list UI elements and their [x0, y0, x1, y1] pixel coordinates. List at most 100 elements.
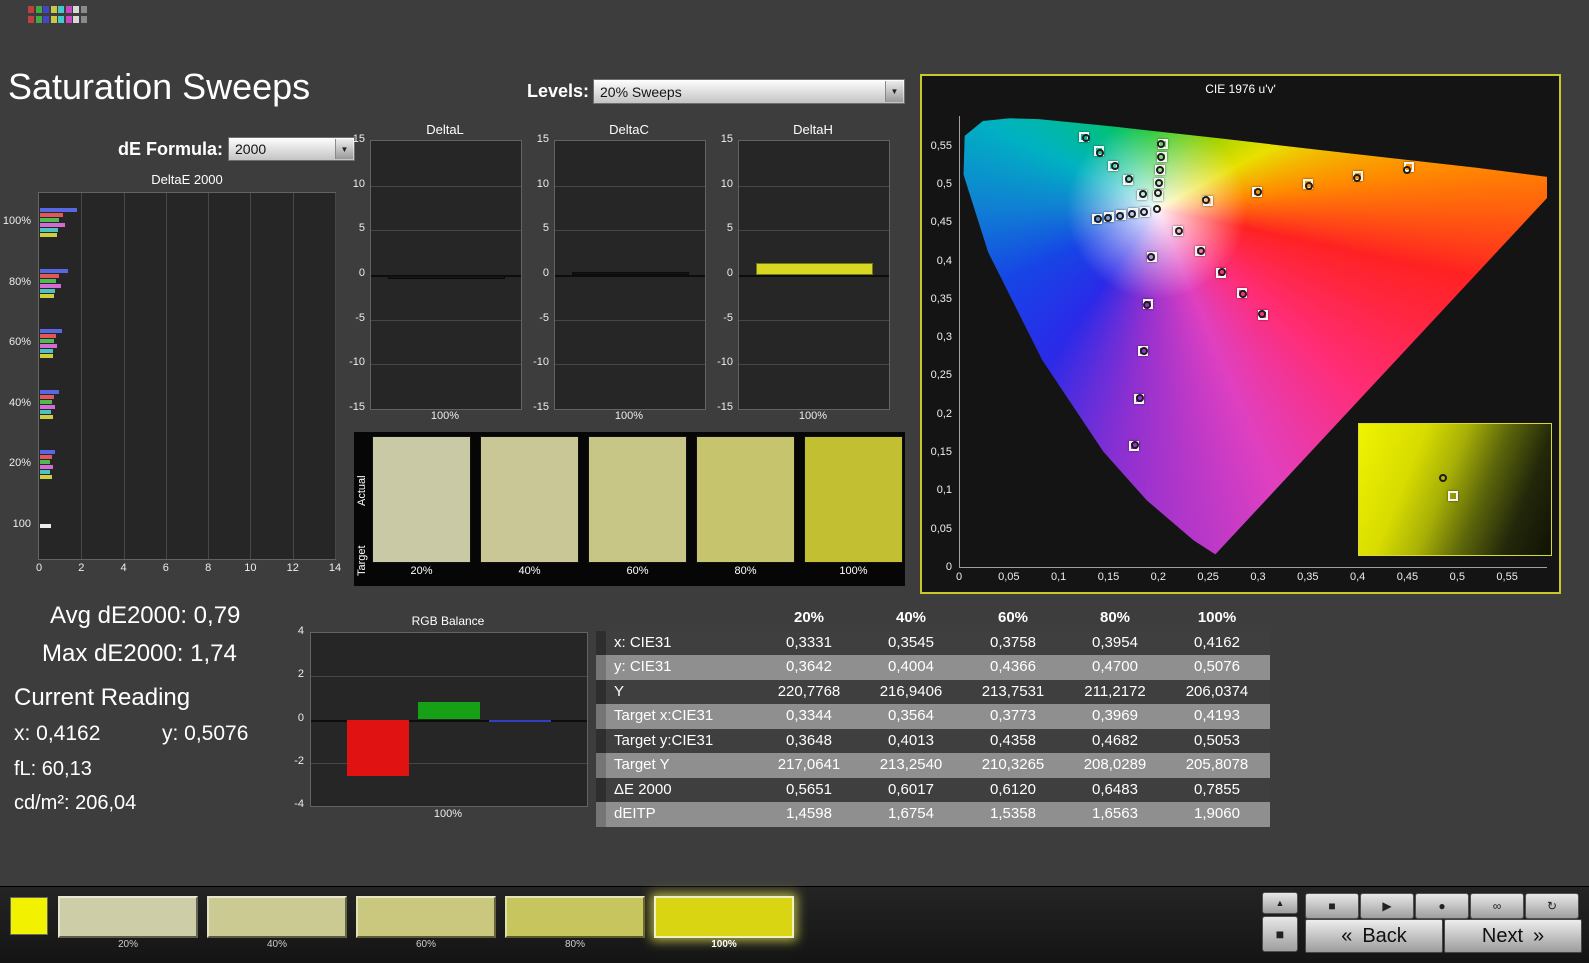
mini-pattern-strip — [28, 6, 148, 26]
table-cell: 0,6017 — [860, 778, 962, 803]
max-de2000: Max dE2000: 1,74 — [42, 640, 237, 668]
stop-button[interactable]: ■ — [1305, 893, 1359, 919]
table-header-cell: 20% — [758, 606, 860, 631]
record-button[interactable]: ● — [1415, 893, 1469, 919]
table-cell: 1,6563 — [1064, 802, 1166, 827]
pattern-swatch-60%[interactable] — [356, 896, 496, 938]
mini-pattern-color[interactable] — [28, 16, 34, 23]
mini-pattern-color[interactable] — [73, 16, 79, 23]
table-header-cell: 60% — [962, 606, 1064, 631]
de-formula-dropdown[interactable]: 2000 ▼ — [228, 137, 355, 161]
gridline — [371, 230, 521, 231]
deltaC-plot — [554, 140, 706, 410]
deltae-bar-green — [40, 218, 59, 222]
table-cell: 206,0374 — [1166, 680, 1268, 705]
deltae-xtick: 2 — [78, 562, 84, 574]
mini-pattern-color[interactable] — [66, 6, 72, 13]
mini-pattern-color[interactable] — [51, 16, 57, 23]
table-cell: 213,2540 — [860, 753, 962, 778]
axis-label: -4 — [294, 798, 304, 810]
eject-button[interactable]: ▲ — [1262, 892, 1298, 914]
mini-pattern-color[interactable] — [58, 16, 64, 23]
axis-label: 2 — [298, 668, 304, 680]
next-button[interactable]: Next » — [1444, 919, 1582, 953]
cie-ytick: 0,3 — [937, 331, 952, 343]
deltaC-ylabels: 151050-5-10-15 — [524, 140, 552, 408]
swatch-label: 40% — [480, 565, 579, 577]
mini-pattern-color[interactable] — [36, 16, 42, 23]
pattern-swatch-80%[interactable] — [505, 896, 645, 938]
pattern-swatch-40%[interactable] — [207, 896, 347, 938]
deltae-bar-green — [40, 460, 50, 464]
table-row-label: Target y:CIE31 — [606, 729, 758, 754]
deltae-ylabels: 100%80%60%40%20%100 — [0, 192, 34, 560]
de-formula-value: 2000 — [235, 141, 266, 157]
back-button[interactable]: « Back — [1305, 919, 1443, 953]
gridline — [371, 364, 521, 365]
mini-pattern-color[interactable] — [73, 6, 79, 13]
pattern-swatch-20%[interactable] — [58, 896, 198, 938]
cie-1976-panel: CIE 1976 u'v' 00,050,10,150,20,250,30,35… — [920, 74, 1561, 594]
deltaH-plot — [738, 140, 890, 410]
chevron-left-icon: « — [1341, 925, 1352, 948]
deltae-bar-cyan — [40, 470, 50, 474]
table-cell: 0,3642 — [758, 655, 860, 680]
mini-pattern-color[interactable] — [28, 6, 34, 13]
cie-xtick: 0,5 — [1450, 571, 1465, 583]
mini-pattern-color[interactable] — [81, 6, 87, 13]
measurement-table: 20%40%60%80%100%x: CIE310,33310,35450,37… — [596, 606, 1270, 827]
cie-measured-yellow — [1156, 166, 1164, 174]
axis-label: -5 — [539, 312, 549, 324]
actual-row-label: Actual — [356, 444, 368, 506]
play-button[interactable]: ▶ — [1360, 893, 1414, 919]
table-cell: 0,4700 — [1064, 655, 1166, 680]
mini-pattern-color[interactable] — [36, 6, 42, 13]
table-row-label: ΔE 2000 — [606, 778, 758, 803]
pattern-window-icon: ■ — [1276, 926, 1284, 942]
cie-ytick: 0,05 — [931, 523, 952, 535]
stop-icon: ■ — [1328, 899, 1335, 913]
pattern-window-toggle-button[interactable]: ■ — [1262, 916, 1298, 952]
axis-label: 0 — [543, 267, 549, 279]
cie-measured-red — [1254, 188, 1262, 196]
table-row: Target Y217,0641213,2540210,3265208,0289… — [596, 753, 1270, 778]
mini-pattern-color[interactable] — [51, 6, 57, 13]
loop-button[interactable]: ∞ — [1470, 893, 1524, 919]
axis-label: 5 — [727, 222, 733, 234]
table-cell: 0,3969 — [1064, 704, 1166, 729]
rgb-balance-title: RGB Balance — [310, 614, 586, 628]
mini-pattern-color[interactable] — [66, 16, 72, 23]
mini-pattern-color[interactable] — [43, 6, 49, 13]
current-pattern-swatch[interactable] — [10, 897, 48, 935]
swatch-label: 60% — [588, 565, 687, 577]
target-row-label: Target — [356, 514, 368, 576]
deltae-bar-yellow — [40, 294, 54, 298]
cie-measured-red — [1403, 166, 1411, 174]
mini-pattern-color[interactable] — [43, 16, 49, 23]
deltae-bar-red — [40, 213, 63, 217]
axis-label: -15 — [349, 401, 365, 413]
cie-ytick: 0,1 — [937, 484, 952, 496]
mini-pattern-color[interactable] — [58, 6, 64, 13]
levels-dropdown[interactable]: 20% Sweeps ▼ — [593, 79, 905, 104]
deltae-bar-green — [40, 339, 54, 343]
table-row: dEITP1,45981,67541,53581,65631,9060 — [596, 802, 1270, 827]
swatch-20% — [372, 436, 471, 563]
refresh-button[interactable]: ↻ — [1525, 893, 1579, 919]
pattern-swatch-100%[interactable] — [654, 896, 794, 938]
table-row-label: x: CIE31 — [606, 631, 758, 656]
mini-pattern-color[interactable] — [81, 16, 87, 23]
gridline — [371, 186, 521, 187]
table-cell: 220,7768 — [758, 680, 860, 705]
deltae-bar-blue — [40, 208, 77, 212]
table-cell: 0,4004 — [860, 655, 962, 680]
cie-measured-magenta — [1175, 227, 1183, 235]
gridline — [311, 676, 587, 677]
table-cell: 0,4682 — [1064, 729, 1166, 754]
axis-label: -5 — [355, 312, 365, 324]
deltae-bar-green — [40, 279, 56, 283]
cie-xtick: 0,15 — [1098, 571, 1119, 583]
deltae-bar-blue — [40, 390, 59, 394]
cie-measured-magenta — [1239, 290, 1247, 298]
gridline — [739, 275, 889, 277]
